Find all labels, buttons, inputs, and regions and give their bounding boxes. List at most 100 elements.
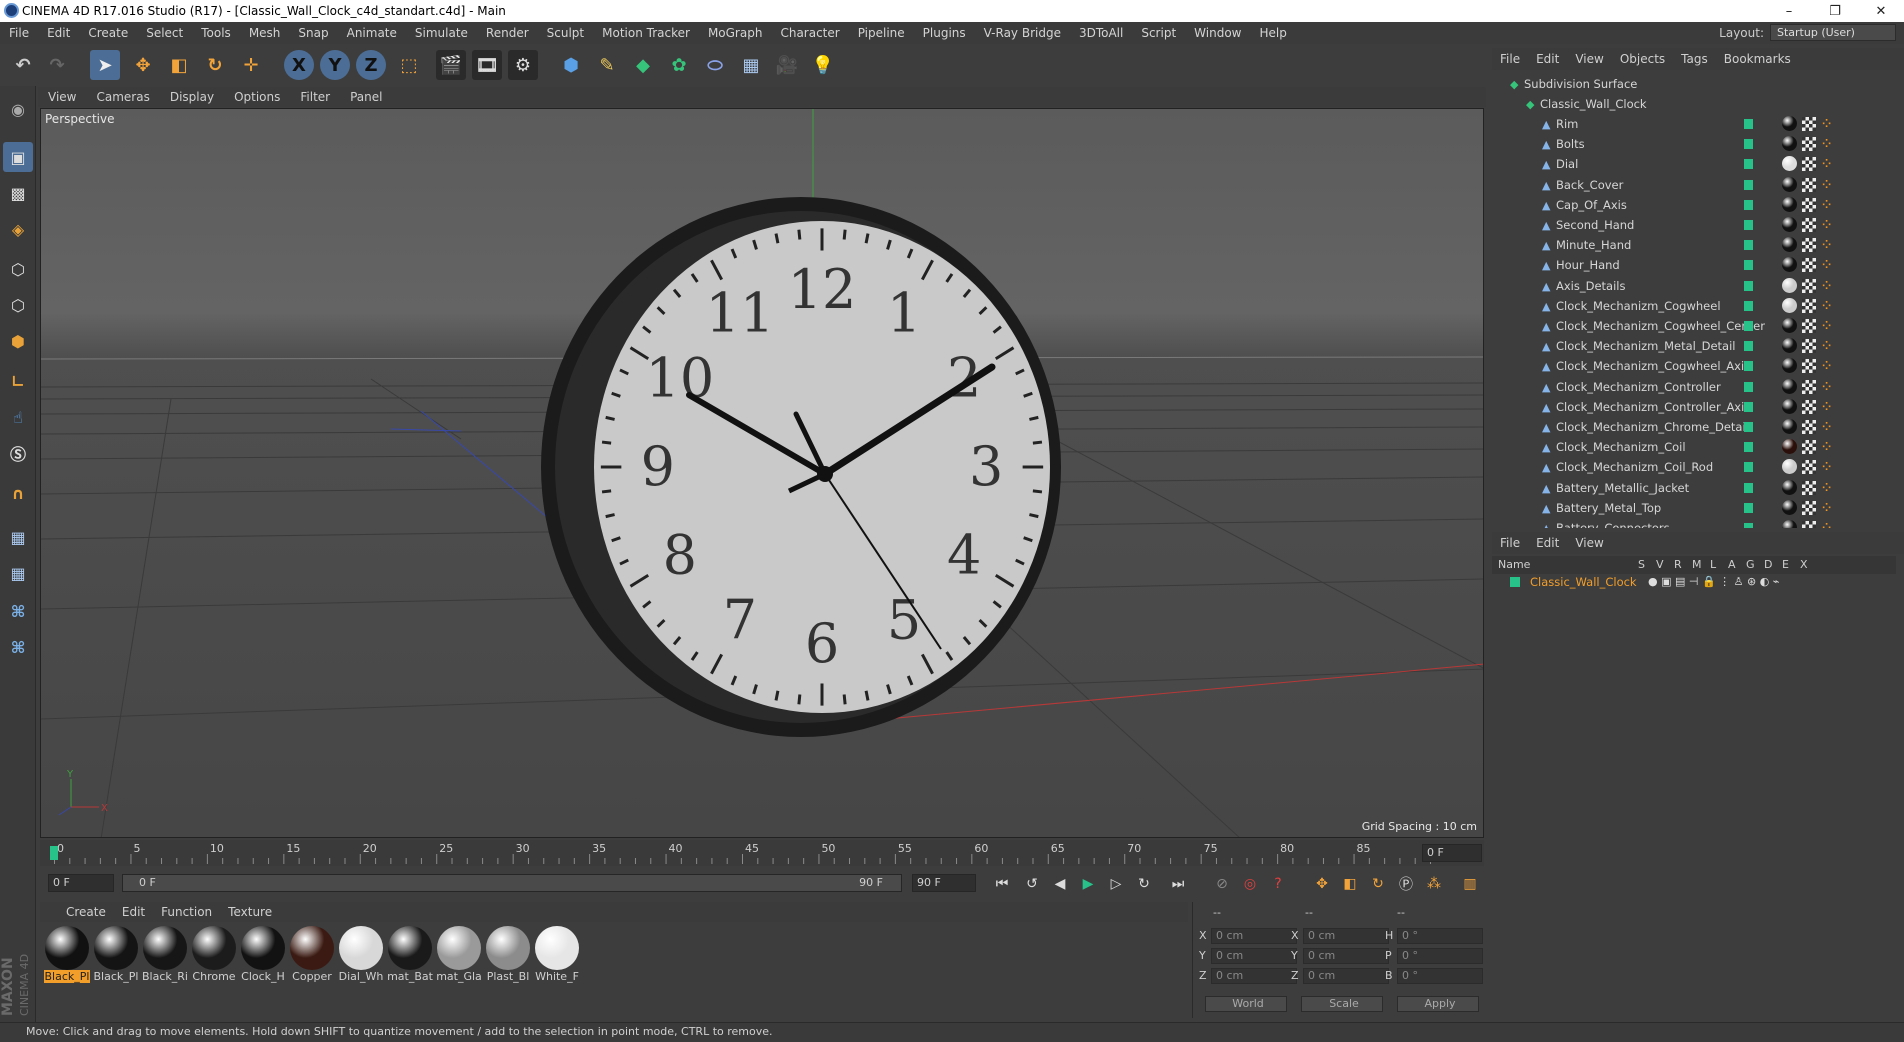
uvw-tag-icon[interactable] [1802, 521, 1816, 528]
material-tag-icon[interactable] [1782, 277, 1797, 293]
camera-icon[interactable]: 🎥 [772, 50, 802, 80]
menu-select[interactable]: Select [137, 26, 192, 40]
material-tag-icon[interactable] [1782, 459, 1797, 475]
enable-axis-icon[interactable]: ∟ [3, 366, 33, 396]
material-swatch[interactable]: White_F [534, 926, 580, 984]
viewport-menu-display[interactable]: Display [160, 90, 224, 104]
phong-tag-icon[interactable]: ⁘ [1822, 460, 1834, 474]
material-swatch[interactable]: Black_Ri [142, 926, 188, 984]
object-name[interactable]: Clock_Mechanizm_Coil_Rod [1556, 460, 1713, 474]
object-name[interactable]: Battery_Metal_Top [1556, 501, 1661, 515]
material-menu-edit[interactable]: Edit [114, 905, 153, 919]
menu-character[interactable]: Character [771, 26, 848, 40]
close-button[interactable]: ✕ [1858, 0, 1904, 22]
material-tag-icon[interactable] [1782, 499, 1797, 515]
object-row[interactable]: ▲ Battery_Connectors ⁘ [1492, 518, 1896, 528]
viewport-menu-cameras[interactable]: Cameras [86, 90, 159, 104]
object-row[interactable]: ▲ Clock_Mechanizm_Chrome_Detail ⁘ [1492, 417, 1896, 437]
coord-value-field[interactable]: 0 cm [1303, 928, 1389, 944]
menu-create[interactable]: Create [79, 26, 137, 40]
menu-v-ray-bridge[interactable]: V-Ray Bridge [975, 26, 1070, 40]
polygons-mode-icon[interactable]: ⬢ [3, 326, 33, 356]
material-swatch[interactable]: Plast_Bl [485, 926, 531, 984]
phong-tag-icon[interactable]: ⁘ [1822, 521, 1834, 528]
object-row[interactable]: ▲ Back_Cover ⁘ [1492, 175, 1896, 195]
layer-column-s[interactable]: S [1638, 558, 1645, 571]
object-menu-view[interactable]: View [1567, 52, 1611, 66]
material-menu-create[interactable]: Create [58, 905, 114, 919]
snapping-icon[interactable]: Ⓢ [3, 438, 33, 468]
phong-tag-icon[interactable]: ⁘ [1822, 117, 1834, 131]
key-pla-icon[interactable]: ⁂ [1422, 872, 1446, 896]
uvw-tag-icon[interactable] [1802, 218, 1816, 232]
material-swatch[interactable]: Chrome [191, 926, 237, 984]
coord-space-dropdown[interactable]: World [1205, 996, 1287, 1012]
workplane-icon[interactable]: ◈ [3, 214, 33, 244]
layer-color-icon[interactable] [1744, 523, 1753, 528]
pen-spline-icon[interactable]: ✎ [592, 50, 622, 80]
material-tag-icon[interactable] [1782, 136, 1797, 152]
object-row[interactable]: ▲ Second_Hand ⁘ [1492, 215, 1896, 235]
material-tag-icon[interactable] [1782, 297, 1797, 313]
go-to-end-icon[interactable]: ⏭ [1166, 872, 1190, 896]
material-tag-icon[interactable] [1782, 116, 1797, 131]
menu-help[interactable]: Help [1250, 26, 1295, 40]
material-swatch[interactable]: Black_Pl [44, 926, 90, 984]
object-row[interactable]: ▲ Clock_Mechanizm_Coil_Rod ⁘ [1492, 457, 1896, 477]
material-tag-icon[interactable] [1782, 358, 1797, 374]
object-name[interactable]: Battery_Metallic_Jacket [1556, 481, 1689, 495]
menu-animate[interactable]: Animate [338, 26, 406, 40]
layer-column-e[interactable]: E [1782, 558, 1789, 571]
uvw-tag-icon[interactable] [1802, 177, 1816, 192]
phong-tag-icon[interactable]: ⁘ [1822, 420, 1834, 434]
autokey-icon[interactable]: ? [1266, 872, 1290, 896]
key-position-icon[interactable]: ✥ [1310, 872, 1334, 896]
model-mode-icon[interactable]: ▣ [3, 142, 33, 172]
material-swatch[interactable]: Copper [289, 926, 335, 984]
uvw-tag-icon[interactable] [1802, 420, 1816, 434]
object-name[interactable]: Cap_Of_Axis [1556, 198, 1627, 212]
coord-value-field[interactable]: 0 cm [1211, 948, 1297, 964]
key-scale-icon[interactable]: ◧ [1338, 872, 1362, 896]
material-tag-icon[interactable] [1782, 237, 1797, 253]
uvw-tag-icon[interactable] [1802, 339, 1816, 354]
object-menu-tags[interactable]: Tags [1673, 52, 1716, 66]
menu-edit[interactable]: Edit [38, 26, 79, 40]
record-keys-icon[interactable]: ◎ [1238, 872, 1262, 896]
phong-tag-icon[interactable]: ⁘ [1822, 137, 1834, 151]
timeline-playhead[interactable] [50, 846, 58, 860]
render-settings-icon[interactable]: ⚙ [508, 50, 538, 80]
go-to-start-icon[interactable]: ⏮ [990, 872, 1014, 896]
layer-color-icon[interactable] [1744, 401, 1753, 412]
object-row[interactable]: ▲ Clock_Mechanizm_Cogwheel ⁘ [1492, 296, 1896, 316]
material-tag-icon[interactable] [1782, 338, 1797, 354]
uvw-tag-icon[interactable] [1802, 137, 1816, 152]
menu-mograph[interactable]: MoGraph [699, 26, 772, 40]
menu-file[interactable]: File [0, 26, 38, 40]
object-row[interactable]: ▲ Hour_Hand ⁘ [1492, 255, 1896, 275]
object-row[interactable]: ▲ Cap_Of_Axis ⁘ [1492, 195, 1896, 215]
layer-menu-view[interactable]: View [1567, 536, 1611, 550]
menu-3dtoall[interactable]: 3DToAll [1070, 26, 1132, 40]
previous-key-icon[interactable]: ↺ [1020, 872, 1044, 896]
start-frame-field[interactable]: 0 F [48, 874, 114, 892]
phong-tag-icon[interactable]: ⁘ [1822, 359, 1834, 373]
uvw-tag-icon[interactable] [1802, 258, 1816, 273]
viewport-menu-panel[interactable]: Panel [340, 90, 392, 104]
scale-tool-icon[interactable]: ◧ [164, 50, 194, 80]
current-frame-field[interactable]: 0 F [1422, 844, 1482, 862]
layer-color-icon[interactable] [1744, 341, 1753, 352]
minimize-button[interactable]: – [1766, 0, 1812, 22]
layer-column-g[interactable]: G [1746, 558, 1755, 571]
phong-tag-icon[interactable]: ⁘ [1822, 319, 1834, 333]
points-mode-icon[interactable]: ⬡ [3, 254, 33, 284]
redo-icon[interactable]: ↷ [42, 50, 72, 80]
object-name[interactable]: Back_Cover [1556, 178, 1623, 192]
layer-menu-edit[interactable]: Edit [1528, 536, 1567, 550]
uvw-tag-icon[interactable] [1802, 500, 1816, 515]
timeline-window-icon[interactable]: ▥ [1458, 872, 1482, 896]
layer-column-a[interactable]: A [1728, 558, 1736, 571]
coord-value-field[interactable]: 0 cm [1303, 948, 1389, 964]
phong-tag-icon[interactable]: ⁘ [1822, 501, 1834, 515]
array-mograph-icon[interactable]: ✿ [664, 50, 694, 80]
